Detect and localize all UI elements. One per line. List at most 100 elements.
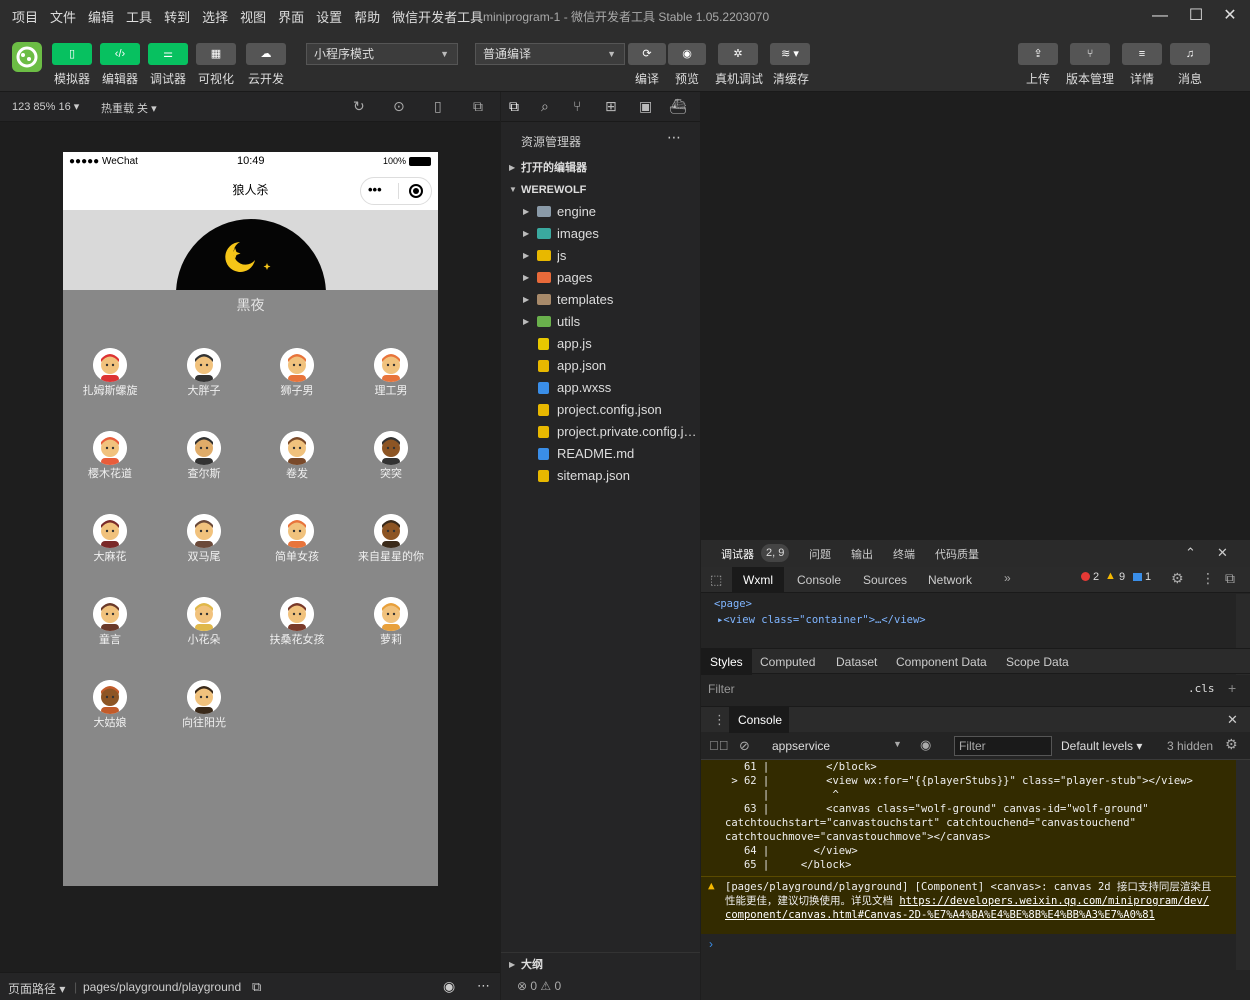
player-card[interactable]: 扎姆斯螺旋 — [65, 348, 155, 398]
files-icon[interactable]: ⧉ — [509, 98, 519, 115]
cloud-button[interactable]: ☁ — [246, 43, 286, 65]
player-card[interactable]: 狮子男 — [252, 348, 342, 398]
popout-icon[interactable]: ⧉ — [473, 98, 483, 115]
avatar[interactable] — [12, 42, 42, 72]
console-filter-input[interactable]: Filter — [954, 736, 1052, 756]
styles-tab[interactable]: Component Data — [896, 655, 987, 669]
close-icon[interactable]: ✕ — [1227, 712, 1238, 728]
menu-item[interactable]: 转到 — [164, 7, 190, 26]
hotreload-select[interactable]: 热重载 关 ▾ — [101, 100, 157, 116]
tree-item[interactable]: app.js — [501, 333, 700, 355]
menu-item[interactable]: 编辑 — [88, 7, 114, 26]
devtools-tab[interactable]: 调试器 — [721, 546, 754, 562]
more-tabs-icon[interactable]: » — [1004, 571, 1011, 585]
tree-item[interactable]: app.json — [501, 355, 700, 377]
rotate-icon[interactable]: ↻ — [353, 98, 365, 115]
search-icon[interactable]: ⌕ — [541, 98, 549, 115]
styles-tab[interactable]: Dataset — [836, 655, 877, 669]
problems-status[interactable]: ⊗ 0 ⚠ 0 — [517, 979, 561, 993]
kebab-icon[interactable]: ⋮ — [1201, 570, 1215, 587]
eye-icon[interactable]: ◉ — [443, 978, 455, 995]
menu-item[interactable]: 设置 — [316, 7, 342, 26]
devtools-tab[interactable]: 问题 — [809, 546, 831, 562]
player-card[interactable]: 萝莉 — [346, 597, 436, 647]
devtools-tab[interactable]: 代码质量 — [935, 546, 979, 562]
tree-item[interactable]: ▶ pages — [501, 267, 700, 289]
editor-button[interactable]: ‹/› — [100, 43, 140, 65]
compile-mode-select[interactable]: 普通编译 ▼ — [475, 43, 625, 65]
close-icon[interactable]: ✕ — [1217, 545, 1228, 561]
tree-item[interactable]: app.wxss — [501, 377, 700, 399]
player-card[interactable]: 来自星星的你 — [346, 514, 436, 564]
tree-item[interactable]: README.md — [501, 443, 700, 465]
devtools-tab[interactable]: 输出 — [851, 546, 873, 562]
tree-item[interactable]: ▶ images — [501, 223, 700, 245]
player-card[interactable]: 向往阳光 — [159, 680, 249, 730]
console-prompt[interactable]: › — [701, 934, 1236, 964]
player-card[interactable]: 童言 — [65, 597, 155, 647]
record-icon[interactable]: ⊙ — [393, 98, 405, 115]
remote-debug-button[interactable]: ✲ — [718, 43, 758, 65]
close-miniprogram-icon[interactable] — [409, 184, 423, 198]
chevron-up-icon[interactable]: ⌃ — [1185, 545, 1196, 561]
console-drawer-tab[interactable]: Console — [729, 707, 789, 733]
open-editors-section[interactable]: ▶ 打开的编辑器 — [501, 157, 700, 179]
phone-icon[interactable]: ▯ — [434, 98, 442, 115]
close-icon[interactable]: ✕ — [1218, 4, 1242, 28]
devtools-tab[interactable]: 终端 — [893, 546, 915, 562]
preview-button[interactable]: ◉ — [668, 43, 706, 65]
cls-button[interactable]: .cls — [1188, 682, 1215, 695]
messages-button[interactable]: ♫ — [1170, 43, 1210, 65]
tree-item[interactable]: ▶ js — [501, 245, 700, 267]
player-card[interactable]: 理工男 — [346, 348, 436, 398]
details-button[interactable]: ≡ — [1122, 43, 1162, 65]
context-select[interactable]: appservice — [772, 739, 830, 753]
player-card[interactable]: 樱木花道 — [65, 431, 155, 481]
visual-button[interactable]: ▦ — [196, 43, 236, 65]
player-card[interactable]: 简单女孩 — [252, 514, 342, 564]
menu-item[interactable]: 界面 — [278, 7, 304, 26]
docker-icon[interactable]: ⛴ — [669, 98, 687, 115]
upload-button[interactable]: ⇪ — [1018, 43, 1058, 65]
player-card[interactable]: 双马尾 — [159, 514, 249, 564]
styles-tab[interactable]: Computed — [760, 655, 815, 669]
capsule-menu[interactable]: ••• — [360, 177, 432, 205]
plus-icon[interactable]: + — [1228, 680, 1236, 696]
git-icon[interactable]: ⑂ — [573, 98, 581, 114]
clear-console-icon[interactable]: ⊘ — [739, 738, 750, 754]
version-button[interactable]: ⑂ — [1070, 43, 1110, 65]
inspector-tab[interactable]: Wxml — [732, 567, 784, 593]
compile-button[interactable]: ⟳ — [628, 43, 666, 65]
menu-item[interactable]: 微信开发者工具 — [392, 7, 483, 26]
styles-tab[interactable]: Styles — [701, 649, 752, 675]
clear-cache-button[interactable]: ≋ ▾ — [770, 43, 810, 65]
inspector-tab[interactable]: Console — [797, 573, 841, 587]
debugger-button[interactable]: ⚌ — [148, 43, 188, 65]
tree-item[interactable]: ▶ templates — [501, 289, 700, 311]
outline-section[interactable]: ▶ 大纲 — [501, 954, 700, 976]
tree-item[interactable]: sitemap.json — [501, 465, 700, 487]
tree-item[interactable]: project.config.json — [501, 399, 700, 421]
page-path-select[interactable]: 页面路径 ▾ — [8, 980, 65, 997]
kebab-icon[interactable]: ⋮ — [713, 712, 726, 728]
inspect-icon[interactable]: ⬚ — [710, 572, 722, 588]
eye-icon[interactable]: ◉ — [920, 737, 931, 753]
menu-item[interactable]: 工具 — [126, 7, 152, 26]
gear-icon[interactable]: ⚙ — [1171, 570, 1184, 587]
more-icon[interactable]: ••• — [368, 182, 382, 197]
player-card[interactable]: 大麻花 — [65, 514, 155, 564]
menu-item[interactable]: 文件 — [50, 7, 76, 26]
player-card[interactable]: 小花朵 — [159, 597, 249, 647]
log-levels-select[interactable]: Default levels ▾ — [1061, 739, 1142, 753]
tree-item[interactable]: project.private.config.js... — [501, 421, 700, 443]
dock-icon[interactable]: ⧉ — [1225, 570, 1235, 587]
minimize-icon[interactable]: — — [1148, 4, 1172, 28]
scrollbar[interactable] — [1236, 760, 1250, 970]
player-card[interactable]: 突突 — [346, 431, 436, 481]
tree-item[interactable]: ▶ engine — [501, 201, 700, 223]
inspector-tab[interactable]: Network — [928, 573, 972, 587]
player-card[interactable]: 大胖子 — [159, 348, 249, 398]
gear-icon[interactable]: ⚙ — [1225, 736, 1238, 753]
more-icon[interactable]: ⋯ — [667, 129, 681, 146]
menu-item[interactable]: 帮助 — [354, 7, 380, 26]
